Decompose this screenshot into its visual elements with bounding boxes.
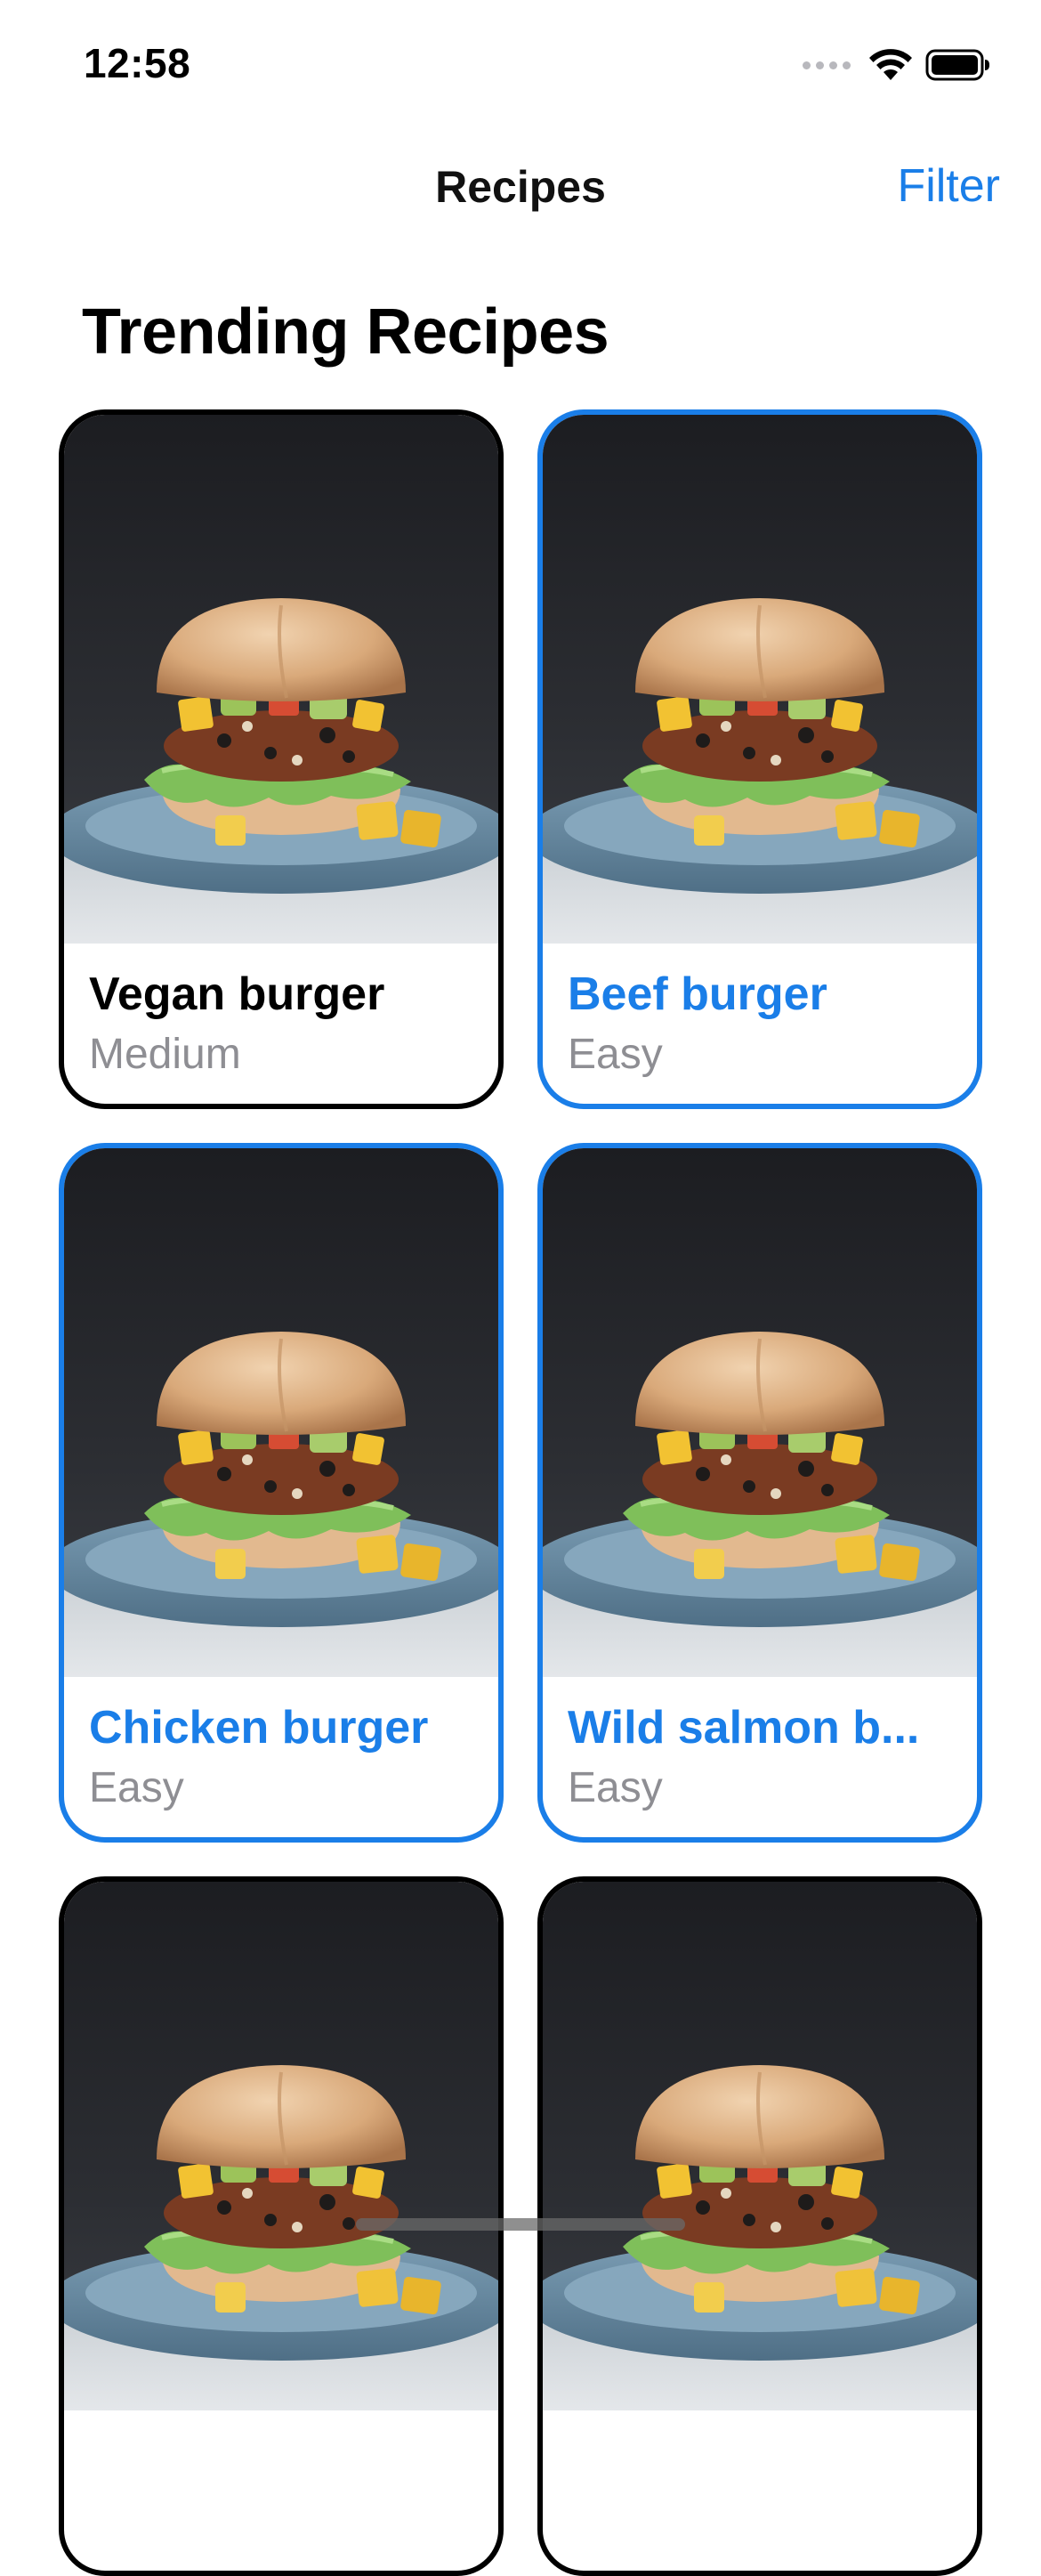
recipe-image (64, 415, 498, 944)
home-indicator[interactable] (356, 2218, 685, 2231)
burger-photo (543, 1148, 977, 1677)
filter-button[interactable]: Filter (897, 159, 1000, 213)
recipe-image (543, 1882, 977, 2410)
wifi-icon (869, 49, 912, 80)
recipe-image (64, 1882, 498, 2410)
cellular-signal-icon (803, 61, 851, 69)
recipe-title: Chicken burger (89, 1702, 429, 1754)
recipe-difficulty: Medium (89, 1031, 241, 1078)
recipe-image (543, 415, 977, 944)
recipe-image (543, 1148, 977, 1677)
recipe-difficulty: Easy (568, 1764, 663, 1811)
section-heading: Trending Recipes (82, 296, 609, 368)
burger-photo (543, 1882, 977, 2410)
recipe-card-body: Chicken burger Easy (64, 1677, 498, 1816)
recipe-title: Beef burger (568, 968, 827, 1020)
status-bar: 12:58 (0, 0, 1041, 134)
recipe-difficulty: Easy (89, 1764, 184, 1811)
recipe-card-body (543, 2410, 977, 2434)
recipe-difficulty: Easy (568, 1031, 663, 1078)
nav-title: Recipes (435, 162, 606, 212)
recipe-card-body: Wild salmon b... Easy (543, 1677, 977, 1816)
navigation-bar: Recipes Filter (0, 147, 1041, 227)
recipe-card[interactable]: Beef burger Easy (537, 409, 982, 1109)
recipe-title: Vegan burger (89, 968, 385, 1020)
recipe-image (64, 1148, 498, 1677)
burger-photo (64, 415, 498, 944)
recipe-card[interactable]: Vegan burger Medium (59, 409, 504, 1109)
recipe-card[interactable]: Wild salmon b... Easy (537, 1143, 982, 1843)
status-time: 12:58 (84, 40, 191, 86)
recipe-card[interactable]: Chicken burger Easy (59, 1143, 504, 1843)
recipe-card-body (64, 2410, 498, 2434)
recipe-title: Wild salmon b... (568, 1702, 920, 1754)
recipe-card-body: Vegan burger Medium (64, 944, 498, 1082)
burger-photo (64, 1882, 498, 2410)
status-icons (803, 48, 991, 82)
recipe-grid: Vegan burger Medium Beef burger Easy Chi… (59, 409, 984, 2576)
burger-photo (543, 415, 977, 944)
battery-icon (925, 49, 989, 81)
burger-photo (64, 1148, 498, 1677)
recipe-card-body: Beef burger Easy (543, 944, 977, 1082)
